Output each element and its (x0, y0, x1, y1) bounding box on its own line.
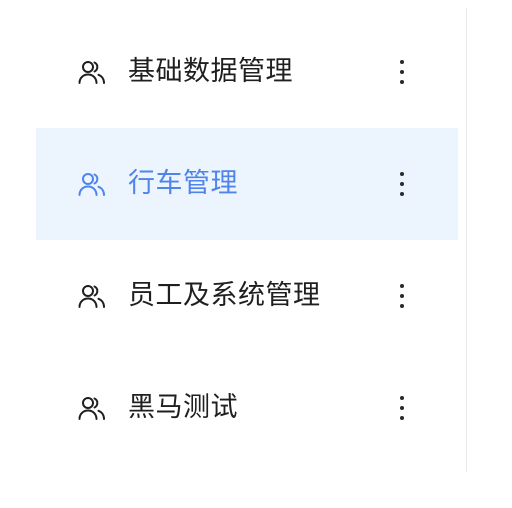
menu-item-vehicle-management[interactable]: 行车管理 (36, 128, 458, 240)
menu-item-basic-data[interactable]: 基础数据管理 (36, 16, 458, 128)
more-vertical-icon[interactable] (392, 58, 412, 86)
users-icon (78, 59, 106, 85)
more-vertical-icon[interactable] (392, 170, 412, 198)
users-icon (78, 395, 106, 421)
menu-item-staff-system[interactable]: 员工及系统管理 (36, 240, 458, 352)
more-vertical-icon[interactable] (392, 282, 412, 310)
sidebar-menu: 基础数据管理 行车管理 员工及系统管理 黑马测试 (36, 16, 458, 464)
menu-item-label: 基础数据管理 (128, 56, 293, 87)
sidebar-divider (466, 8, 467, 472)
menu-item-label: 行车管理 (128, 168, 238, 199)
menu-item-heima-test[interactable]: 黑马测试 (36, 352, 458, 464)
menu-item-label: 员工及系统管理 (128, 280, 321, 311)
users-icon (78, 283, 106, 309)
menu-item-label: 黑马测试 (128, 392, 238, 423)
more-vertical-icon[interactable] (392, 394, 412, 422)
users-icon (78, 171, 106, 197)
